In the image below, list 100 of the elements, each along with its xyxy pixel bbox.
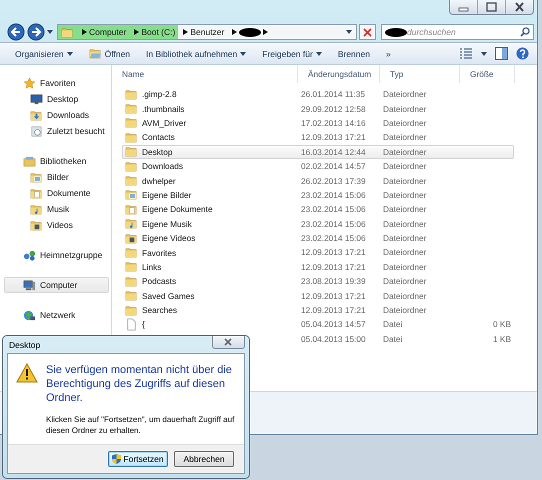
- size-cell-text: 0 KB: [492, 319, 511, 330]
- file-row[interactable]: Eigene Dokumente 23.02.2014 15:06 Dateiordner: [122, 202, 514, 217]
- monitor-icon: [30, 92, 43, 106]
- sidebar-item[interactable]: Computer: [4, 277, 109, 293]
- toolbar-button[interactable]: Brennen: [334, 46, 373, 60]
- file-row[interactable]: Podcasts 23.08.2013 19:39 Dateiordner: [122, 274, 514, 288]
- file-name: Desktop: [142, 146, 172, 157]
- search-field[interactable]: durchsuchen: [407, 27, 520, 37]
- date-cell-text: 23.02.2014 15:06: [301, 190, 367, 200]
- size-cell-text: 1 KB: [492, 334, 511, 344]
- folder-icon: [61, 26, 74, 38]
- stop-button[interactable]: [359, 24, 376, 40]
- type-cell-text: Dateiordner: [383, 276, 428, 286]
- column-header[interactable]: Größe: [460, 65, 515, 83]
- file-row[interactable]: Contacts 12.09.2013 17:21 Dateiordner: [122, 130, 514, 145]
- file-row[interactable]: AVM_Driver 17.02.2013 14:16 Dateiordner: [122, 116, 514, 130]
- file-row[interactable]: Eigene Videos 23.02.2014 15:06 Dateiordner: [122, 230, 514, 246]
- sidebar-item[interactable]: Videos: [4, 217, 109, 233]
- sidebar-item[interactable]: Musik: [4, 201, 109, 217]
- help-icon[interactable]: [516, 47, 529, 60]
- search-icon[interactable]: [520, 27, 530, 37]
- file-row[interactable]: Eigene Musik 23.02.2014 15:06 Dateiordner: [122, 216, 514, 231]
- column-header[interactable]: Änderungsdatum: [298, 65, 380, 83]
- preview-pane-icon[interactable]: [495, 47, 508, 60]
- sidebar-item[interactable]: Favoriten: [4, 75, 109, 91]
- music-folder-icon: [30, 202, 43, 216]
- toolbar-button[interactable]: Freigeben für: [259, 46, 325, 60]
- music-folder-icon: [125, 217, 138, 230]
- date-cell-text: 05.04.2013 14:57: [301, 319, 367, 330]
- file-row[interactable]: Links 12.09.2013 17:21 Dateiordner: [122, 260, 514, 274]
- toolbar-button[interactable]: In Bibliothek aufnehmen: [143, 46, 250, 60]
- date-cell-text: 12.09.2013 17:21: [301, 305, 367, 316]
- date-cell-text: 17.02.2013 14:16: [301, 118, 367, 128]
- type-cell-text: Datei: [383, 334, 404, 344]
- caret-icon[interactable]: [47, 30, 53, 34]
- type-cell-text: Dateiordner: [383, 132, 428, 142]
- type-cell-text: Dateiordner: [383, 247, 428, 258]
- folder-icon: [125, 130, 138, 144]
- warning-icon: [16, 363, 38, 383]
- file-row[interactable]: Searches 12.09.2013 17:21 Dateiordner: [122, 302, 514, 318]
- file-name: Podcasts: [142, 276, 176, 286]
- chevron-icon: [232, 29, 238, 35]
- sidebar-item[interactable]: Downloads: [4, 107, 109, 123]
- file-name: dwhelper: [142, 176, 176, 186]
- dialog-button[interactable]: Abbrechen: [174, 451, 234, 467]
- date-cell-text: 23.02.2014 15:06: [301, 233, 367, 244]
- type-cell-text: Dateiordner: [383, 204, 428, 214]
- file-name: Favorites: [142, 248, 176, 258]
- folder-icon: [125, 145, 138, 158]
- type-cell-text: Dateiordner: [383, 190, 428, 200]
- type-cell-text: Dateiordner: [383, 290, 428, 301]
- video-folder-icon: [125, 232, 138, 245]
- type-cell-text: Dateiordner: [383, 104, 428, 114]
- file-row[interactable]: Saved Games 12.09.2013 17:21 Dateiordner: [122, 288, 514, 303]
- dialog-button[interactable]: Fortsetzen: [108, 451, 168, 467]
- search-box[interactable]: durchsuchen: [381, 24, 534, 40]
- date-cell-text: 26.02.2013 17:39: [301, 176, 367, 186]
- date-cell-text: 02.02.2014 14:57: [301, 161, 367, 172]
- breadcrumb[interactable]: Benutzer: [190, 27, 224, 37]
- file-name: Eigene Musik: [142, 218, 192, 229]
- file-name: Eigene Videos: [142, 233, 196, 244]
- file-name: .gimp-2.8: [142, 89, 177, 100]
- folder-icon: [88, 47, 102, 60]
- toolbar-button[interactable]: Organisieren: [12, 46, 76, 60]
- sidebar-item[interactable]: Bibliotheken: [4, 153, 109, 169]
- folder-icon: [125, 102, 138, 116]
- close-icon[interactable]: [363, 28, 372, 36]
- folder-icon: [125, 88, 138, 101]
- file-row[interactable]: Desktop 16.03.2014 12:44 Dateiordner: [122, 144, 514, 159]
- column-header[interactable]: Typ: [380, 65, 460, 83]
- file-row[interactable]: dwhelper 26.02.2013 17:39 Dateiordner: [122, 173, 514, 188]
- address-bar[interactable]: Computer Boot (C:) Benutzer: [57, 24, 357, 40]
- sidebar-item[interactable]: Zuletzt besucht: [4, 123, 109, 139]
- forward-icon[interactable]: [27, 23, 45, 41]
- file-row[interactable]: .gimp-2.8 26.01.2014 11:35 Dateiordner: [122, 87, 514, 102]
- folder-icon: [125, 289, 138, 302]
- file-row[interactable]: .thumbnails 29.09.2012 12:58 Dateiordner: [122, 101, 514, 116]
- toolbar-button[interactable]: »: [382, 46, 394, 60]
- file-row[interactable]: Favorites 12.09.2013 17:21 Dateiordner: [122, 245, 514, 260]
- back-icon[interactable]: [7, 23, 25, 41]
- type-cell-text: Dateiordner: [383, 118, 428, 128]
- type-cell-text: Datei: [383, 319, 404, 330]
- folder-icon: [125, 160, 138, 173]
- toolbar-button[interactable]: Öffnen: [86, 45, 134, 62]
- file-row[interactable]: Eigene Bilder 23.02.2014 15:06 Dateiordner: [122, 188, 514, 202]
- column-header[interactable]: Name: [112, 65, 298, 83]
- type-cell-text: Dateiordner: [383, 233, 428, 244]
- sidebar-item[interactable]: Netzwerk: [4, 307, 109, 323]
- file-row[interactable]: { 05.04.2013 14:57 Datei 0 KB: [122, 317, 514, 332]
- sidebar-item[interactable]: Heimnetzgruppe: [4, 247, 109, 263]
- sidebar-item[interactable]: Bilder: [4, 169, 109, 185]
- download-folder-icon: [30, 108, 43, 122]
- file-row[interactable]: Downloads 02.02.2014 14:57 Dateiordner: [122, 158, 514, 174]
- date-cell-text: 29.09.2012 12:58: [301, 104, 367, 114]
- sidebar-item[interactable]: Desktop: [4, 91, 109, 107]
- sidebar-item[interactable]: Dokumente: [4, 185, 109, 201]
- type-cell-text: Dateiordner: [383, 89, 428, 100]
- close-icon[interactable]: [212, 336, 245, 349]
- picture-folder-icon: [30, 170, 43, 184]
- view-icon[interactable]: [459, 48, 473, 59]
